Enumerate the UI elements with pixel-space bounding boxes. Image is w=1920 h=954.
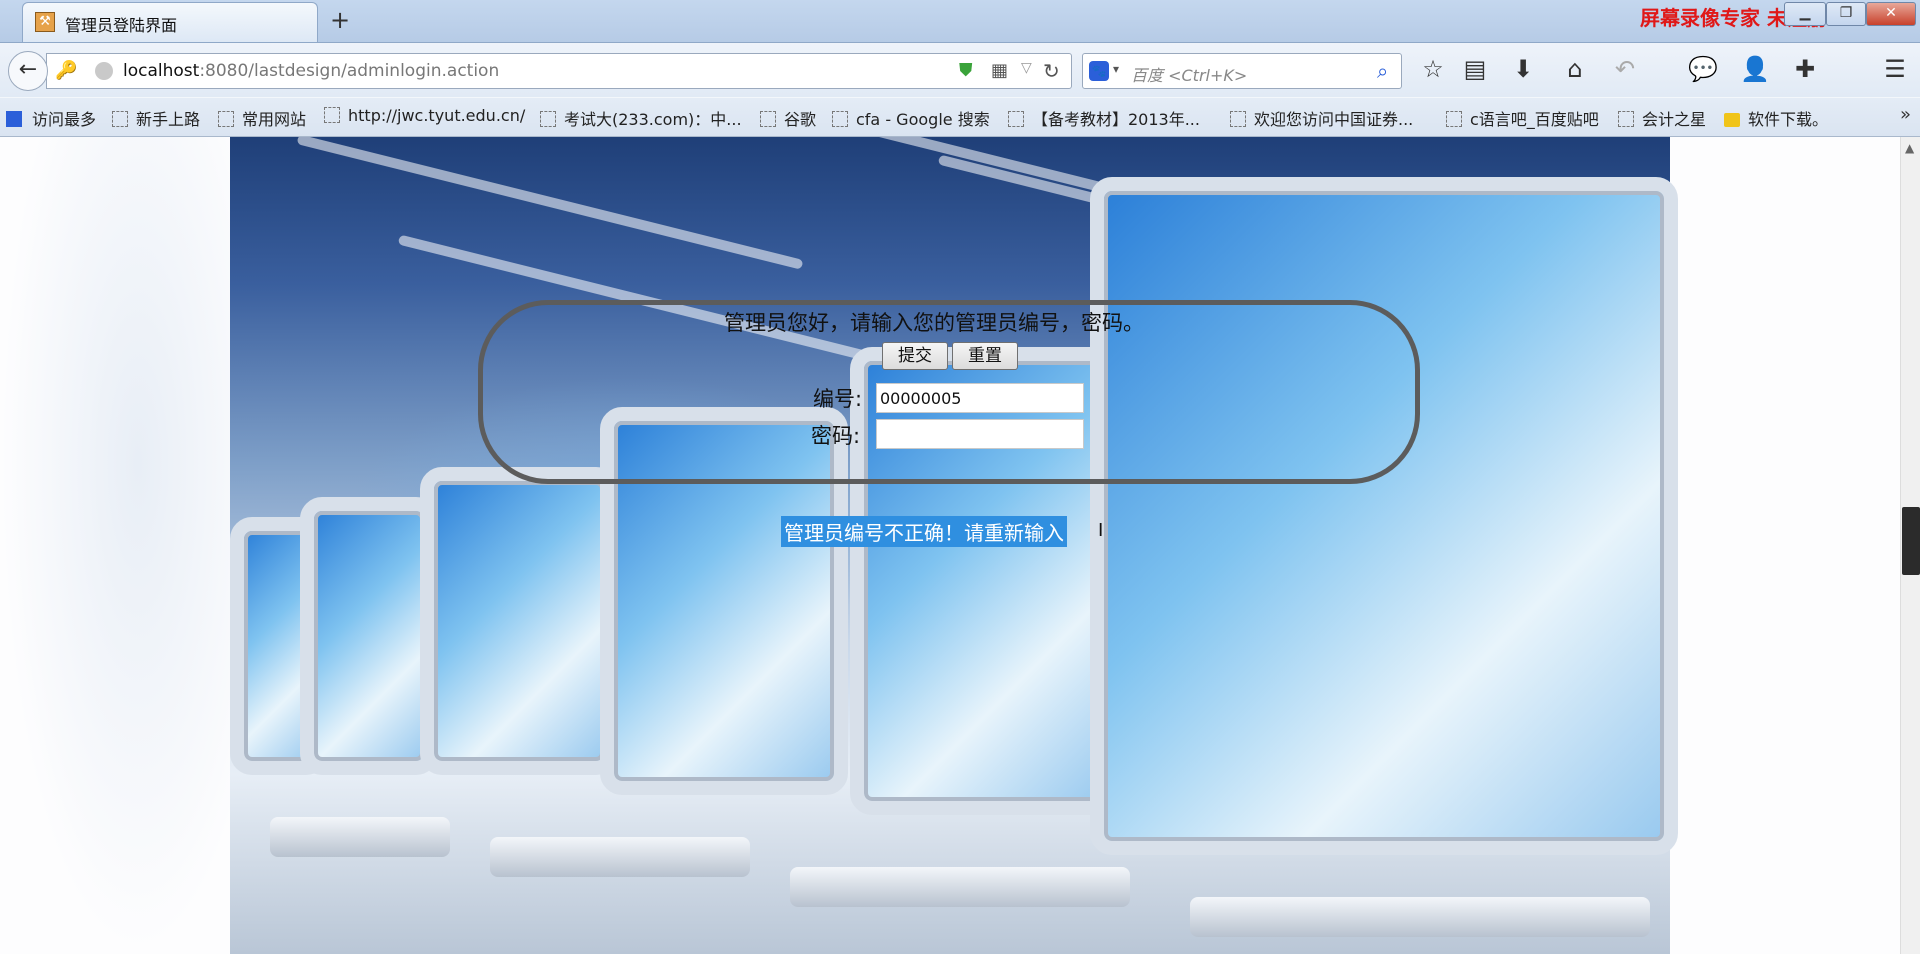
keyboard-image [790, 867, 1130, 907]
globe-icon [95, 62, 113, 80]
bookmark-item[interactable]: 考试大(233.com)：中... [540, 106, 742, 130]
chat-icon[interactable]: 💬 [1688, 55, 1718, 83]
maximize-button[interactable]: ❐ [1826, 2, 1866, 26]
page-icon [112, 111, 128, 127]
password-label: 密码: [811, 424, 861, 448]
keyboard-image [270, 817, 450, 857]
key-icon: 🔑 [55, 60, 78, 81]
page-icon [760, 111, 776, 127]
search-icon[interactable]: ⌕ [1377, 59, 1388, 83]
home-icon[interactable]: ⌂ [1560, 55, 1590, 83]
page-icon [324, 107, 340, 123]
submit-button[interactable]: 提交 [882, 342, 948, 370]
bookmark-item[interactable]: 常用网站 [218, 106, 306, 130]
page-icon [832, 111, 848, 127]
bookmark-item[interactable]: 谷歌 [760, 106, 816, 130]
bookmark-item[interactable]: 欢迎您访问中国证券... [1230, 106, 1413, 130]
bookmarks-overflow-icon[interactable]: » [1900, 104, 1911, 125]
scrollbar-thumb[interactable] [1902, 507, 1920, 575]
tab-favicon-icon: ⚒ [35, 12, 55, 32]
monitor-image [300, 497, 438, 775]
minimize-button[interactable]: ▁ [1784, 2, 1826, 26]
search-input[interactable]: 百度 <Ctrl+K> [1131, 62, 1247, 86]
bookmark-item[interactable]: http://jwc.tyut.edu.cn/ [324, 106, 525, 125]
keyboard-image [490, 837, 750, 877]
bookmark-folder[interactable]: 软件下载。 [1724, 106, 1828, 130]
star-icon[interactable]: ☆ [1418, 55, 1448, 83]
reload-icon[interactable]: ↻ [1043, 59, 1060, 83]
back-button[interactable]: ← [8, 51, 48, 91]
text-cursor-icon: I [1098, 520, 1104, 541]
search-bar[interactable]: 🐾 ▾ 百度 <Ctrl+K> ⌕ [1082, 53, 1402, 89]
reader-icon[interactable]: ▤ [1460, 55, 1490, 83]
bookmark-item[interactable]: cfa - Google 搜索 [832, 106, 990, 130]
url-bar[interactable]: 🔑 localhost:8080/lastdesign/adminlogin.a… [46, 53, 1072, 89]
bookmark-item[interactable]: 会计之星 [1618, 106, 1706, 130]
error-message: 管理员编号不正确！请重新输入 [781, 516, 1067, 547]
folder-icon [1724, 113, 1740, 127]
admin-id-input[interactable] [876, 383, 1084, 413]
undo-icon[interactable]: ↶ [1610, 55, 1640, 83]
new-tab-button[interactable]: + [330, 6, 350, 34]
light-streak [296, 137, 804, 270]
reset-button[interactable]: 重置 [952, 342, 1018, 370]
engine-dropdown-icon[interactable]: ▾ [1113, 62, 1119, 76]
bookmark-item[interactable]: 【备考教材】2013年... [1008, 106, 1200, 130]
most-visited-icon [6, 111, 22, 127]
admin-id-label: 编号: [813, 387, 863, 411]
scroll-up-icon[interactable]: ▲ [1905, 141, 1914, 155]
page-icon [540, 111, 556, 127]
shield-icon[interactable]: ⛊ [959, 60, 973, 81]
menu-icon[interactable]: ☰ [1880, 55, 1910, 83]
url-text: localhost:8080/lastdesign/adminlogin.act… [123, 61, 500, 81]
bookmark-most-visited[interactable]: 访问最多 [6, 106, 96, 130]
page-icon [1446, 111, 1462, 127]
close-window-button[interactable]: ✕ [1866, 2, 1916, 26]
keyboard-image [1190, 897, 1650, 937]
title-bar: ⚒ 管理员登陆界面 + 屏幕录像专家 未注册 ▁ ❐ ✕ [0, 0, 1920, 43]
monitor-image [1090, 177, 1678, 855]
tab-admin-login[interactable]: ⚒ 管理员登陆界面 [22, 2, 318, 42]
page-icon [1008, 111, 1024, 127]
baidu-icon[interactable]: 🐾 [1089, 61, 1109, 81]
monitor-image [420, 467, 618, 775]
tab-title: 管理员登陆界面 [65, 16, 178, 35]
bookmark-item[interactable]: 新手上路 [112, 106, 200, 130]
download-icon[interactable]: ⬇ [1508, 55, 1538, 83]
page-icon [1230, 111, 1246, 127]
back-icon: ← [18, 57, 38, 82]
nav-toolbar: 🔑 localhost:8080/lastdesign/adminlogin.a… [0, 43, 1920, 97]
extension-icon[interactable]: ✚ [1790, 55, 1820, 83]
page-icon [218, 111, 234, 127]
password-input[interactable] [876, 419, 1084, 449]
login-prompt: 管理员您好，请输入您的管理员编号，密码。 [724, 311, 1144, 335]
history-dropdown-icon[interactable]: ▽ [1021, 60, 1032, 76]
bookmark-item[interactable]: c语言吧_百度贴吧 [1446, 106, 1599, 130]
bookmarks-bar: 访问最多 新手上路 常用网站 http://jwc.tyut.edu.cn/ 考… [0, 98, 1920, 137]
page-icon [1618, 111, 1634, 127]
user-icon[interactable]: 👤 [1740, 55, 1770, 83]
qr-icon[interactable]: ▦ [991, 60, 1008, 81]
